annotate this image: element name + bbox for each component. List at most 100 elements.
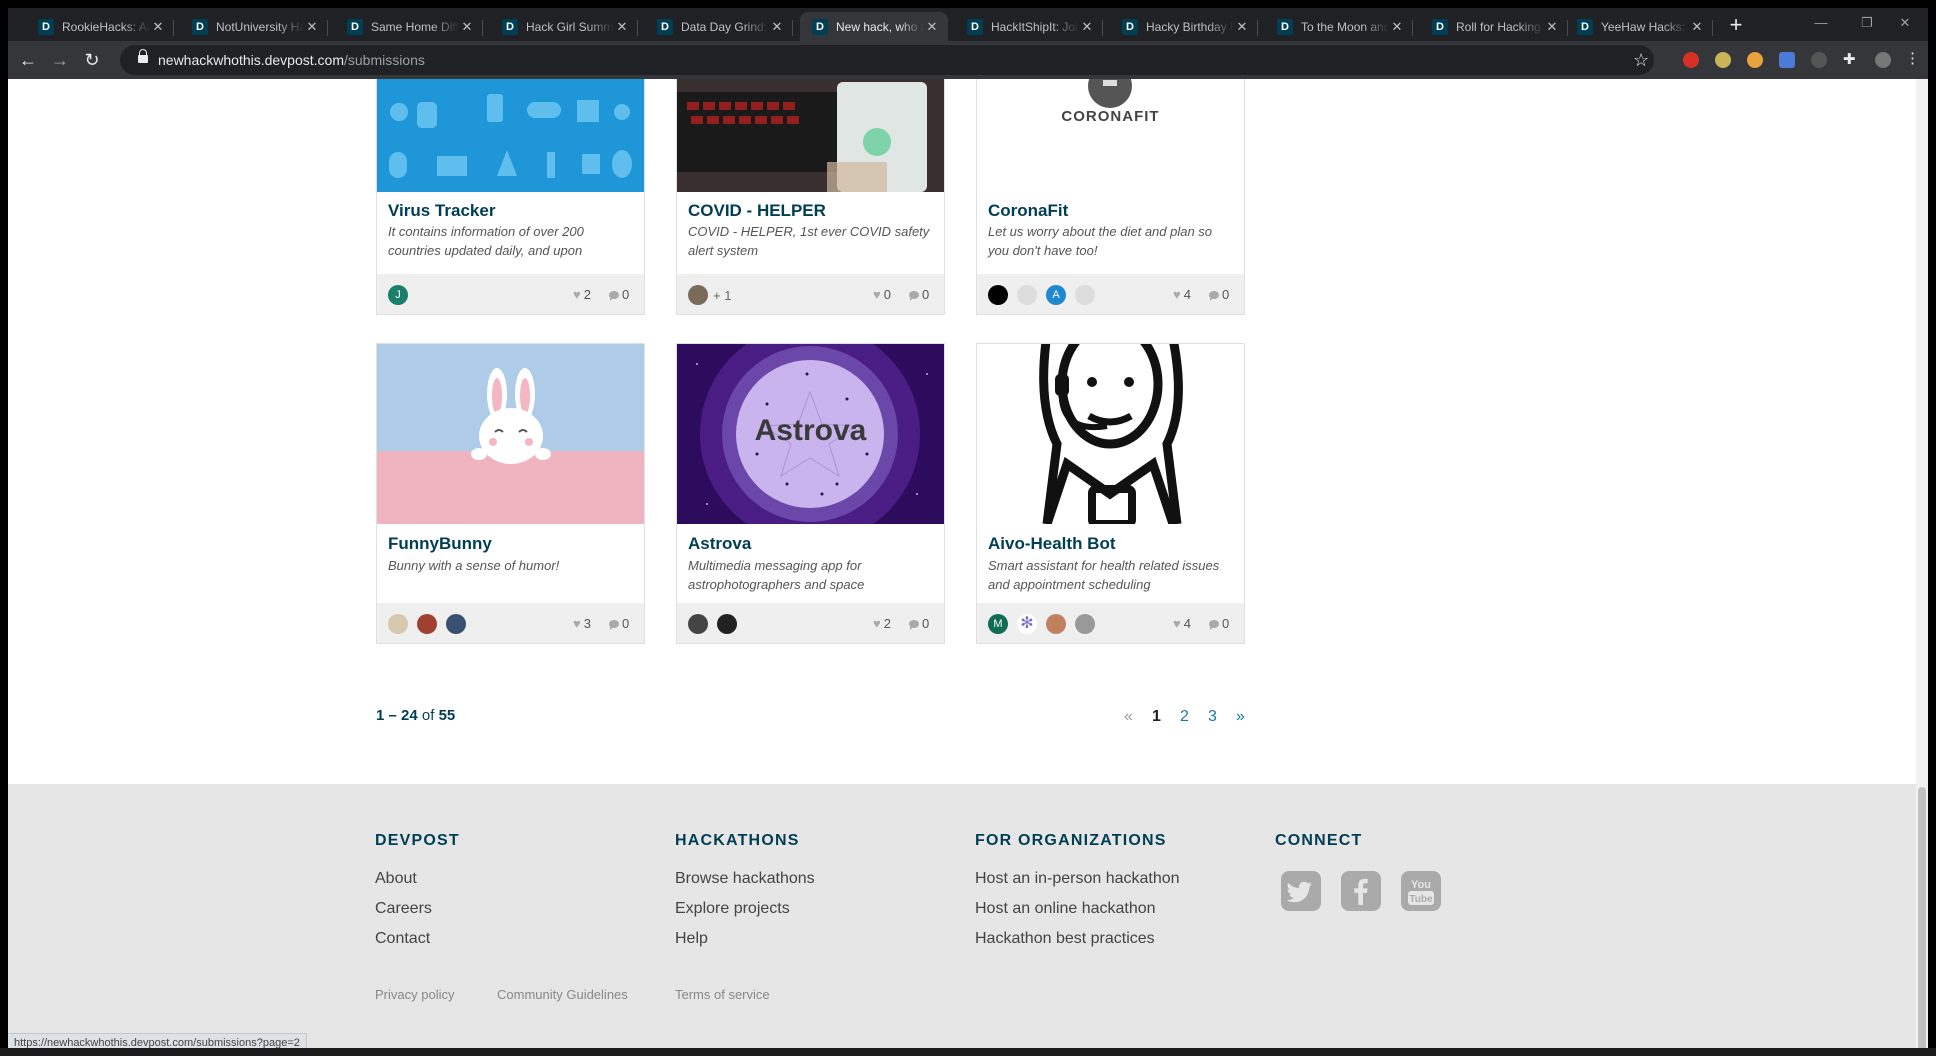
tab-yeehaw-hacks[interactable]: D YeeHaw Hacks: W✕ [1565,12,1713,41]
close-icon[interactable]: ✕ [614,19,630,35]
tab-title: YeeHaw Hacks: W [1601,19,1689,34]
project-title[interactable]: Virus Tracker [388,201,495,221]
profile-avatar[interactable] [1875,52,1891,68]
pagination-page-3[interactable]: 3 [1208,708,1217,726]
project-thumbnail[interactable]: Astrova [677,344,944,524]
project-thumbnail[interactable] [677,79,944,192]
extension-m-icon[interactable] [1811,52,1827,68]
extensions-puzzle-icon[interactable]: ✚ [1843,52,1859,68]
extension-shield-icon[interactable] [1715,52,1731,68]
youtube-icon[interactable]: You Tube [1401,871,1441,911]
member-avatar[interactable]: M [988,614,1008,634]
project-title[interactable]: Astrova [688,534,751,554]
close-icon[interactable]: ✕ [304,19,320,35]
project-title[interactable]: FunnyBunny [388,534,492,554]
project-card-covid-helper[interactable]: COVID - HELPER COVID - HELPER, 1st ever … [676,79,945,315]
close-icon[interactable]: ✕ [1079,19,1095,35]
footer-link-terms-of-service[interactable]: Terms of service [675,987,770,1002]
member-avatar[interactable] [417,614,437,634]
comment-icon [909,619,919,630]
member-avatar[interactable] [988,285,1008,305]
tab-to-the-moon[interactable]: D To the Moon and ✕ [1265,12,1413,41]
back-arrow-icon[interactable]: ← [18,50,38,70]
project-card-funnybunny[interactable]: FunnyBunny Bunny with a sense of humor! … [376,343,645,644]
project-thumbnail[interactable]: CORONAFIT [977,79,1244,192]
scrollbar-thumb[interactable] [1918,787,1926,1056]
close-icon[interactable]: ✕ [1689,19,1705,35]
close-icon[interactable]: ✕ [1234,19,1250,35]
member-avatar[interactable]: A [1046,285,1066,305]
facebook-icon[interactable] [1341,871,1381,911]
extension-cookie-icon[interactable] [1747,52,1763,68]
member-avatar[interactable] [688,614,708,634]
tab-hacky-birthday[interactable]: D Hacky Birthday M ✕ [1110,12,1258,41]
vertical-scrollbar[interactable] [1916,79,1928,1056]
footer-link-community-guidelines[interactable]: Community Guidelines [497,987,628,1002]
pagination-page-2[interactable]: 2 [1180,708,1189,726]
close-icon[interactable]: ✕ [769,19,785,35]
member-avatar[interactable] [388,614,408,634]
tab-roll-for-hacking[interactable]: D Roll for Hacking: ✕ [1420,12,1568,41]
footer-link-about[interactable]: About [375,870,417,888]
browser-window: D RookieHacks: Att ✕ D NotUniversity Ha ✕ DS… [8,8,1928,1056]
reload-icon[interactable]: ↻ [82,50,102,70]
tab-data-day[interactable]: D Data Day Grind: L ✕ [645,12,793,41]
footer-link-host-in-person[interactable]: Host an in-person hackathon [975,870,1180,888]
new-tab-plus-icon[interactable]: + [1724,14,1748,38]
project-card-astrova[interactable]: Astrova Astrova Multimedia messaging app… [676,343,945,644]
likes-value: 4 [1183,616,1191,631]
member-avatar[interactable] [1046,614,1066,634]
member-avatar[interactable] [688,285,708,305]
address-bar[interactable]: newhackwhothis.devpost.com/submissions ☆ [120,45,1654,75]
close-icon[interactable]: ✕ [1544,19,1560,35]
extension-cube-icon[interactable] [1779,52,1795,68]
project-card-virus-tracker[interactable]: Virus Tracker It contains information of… [376,79,645,315]
pagination-prev[interactable]: « [1124,708,1133,726]
project-thumbnail[interactable] [377,344,644,524]
member-avatar[interactable]: ✻ [1017,614,1037,634]
extension-adblock-icon[interactable] [1683,52,1699,68]
tab-hackitshipit[interactable]: D HackItShipIt: Join ✕ [955,12,1103,41]
close-icon[interactable]: ✕ [924,19,940,35]
comments-value: 0 [1222,616,1230,631]
minimize-icon[interactable]: — [1798,8,1844,37]
tab-rookiehacks[interactable]: D RookieHacks: Att ✕ [26,12,174,41]
project-card-coronafit[interactable]: CORONAFIT CoronaFit Let us worry about t… [976,79,1245,315]
footer-link-host-online[interactable]: Host an online hackathon [975,900,1156,918]
tab-same-home[interactable]: D Same Home Diffe ✕ [335,12,483,41]
member-avatar[interactable] [1075,614,1095,634]
footer-link-help[interactable]: Help [675,930,708,948]
close-icon[interactable]: ✕ [1389,19,1405,35]
footer-link-careers[interactable]: Careers [375,900,432,918]
tab-new-hack-active[interactable]: D New hack, who t ✕ [800,12,948,41]
close-icon[interactable]: ✕ [459,19,475,35]
bookmark-star-icon[interactable]: ☆ [1633,50,1649,71]
member-avatar[interactable] [1075,285,1095,305]
member-avatar[interactable] [446,614,466,634]
forward-arrow-icon[interactable]: → [50,50,70,70]
footer-link-explore-projects[interactable]: Explore projects [675,900,790,918]
project-thumbnail[interactable] [977,344,1244,524]
tab-hack-girl[interactable]: D Hack Girl Summe ✕ [490,12,638,41]
pagination-page-1[interactable]: 1 [1152,708,1161,726]
pagination-next[interactable]: » [1236,708,1245,726]
footer-link-privacy-policy[interactable]: Privacy policy [375,987,454,1002]
member-avatar[interactable]: J [388,285,408,305]
devpost-favicon-icon: D [347,18,363,35]
twitter-icon[interactable] [1281,871,1321,911]
footer-link-best-practices[interactable]: Hackathon best practices [975,930,1155,948]
project-title[interactable]: Aivo-Health Bot [988,534,1116,554]
footer-link-browse-hackathons[interactable]: Browse hackathons [675,870,815,888]
member-avatar[interactable] [717,614,737,634]
project-footer: A ♥ 4 0 [977,274,1244,314]
member-avatar[interactable] [1017,285,1037,305]
project-thumbnail[interactable] [377,79,644,192]
close-icon[interactable]: ✕ [150,19,166,35]
project-title[interactable]: CoronaFit [988,201,1068,221]
project-card-aivo-health-bot[interactable]: Aivo-Health Bot Smart assistant for heal… [976,343,1245,644]
window-close-icon[interactable]: ✕ [1882,8,1928,37]
footer-link-contact[interactable]: Contact [375,930,430,948]
browser-menu-icon[interactable]: ⋮ [1905,51,1920,68]
tab-notuniversity[interactable]: D NotUniversity Ha ✕ [180,12,328,41]
project-title[interactable]: COVID - HELPER [688,201,826,221]
